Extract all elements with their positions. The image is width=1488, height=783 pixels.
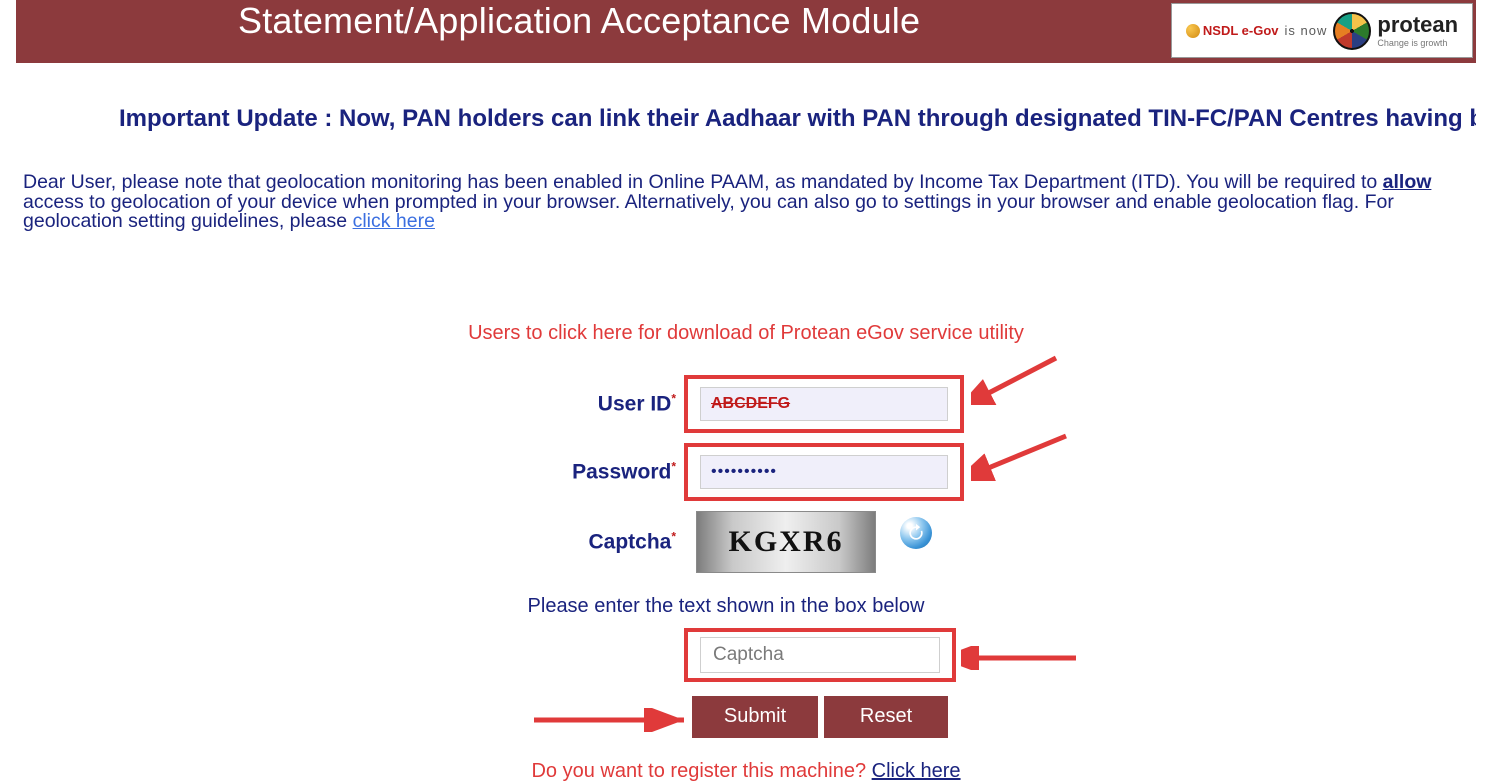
captcha-image-row: Captcha* KGXR6 xyxy=(16,511,1476,573)
refresh-icon xyxy=(906,523,926,543)
password-label: Password* xyxy=(16,459,676,484)
captcha-label-text: Captcha xyxy=(588,530,671,553)
brand-tagline: Change is growth xyxy=(1377,38,1447,48)
geo-note-part2: access to geolocation of your device whe… xyxy=(23,191,1394,233)
brand-new-name: protean xyxy=(1377,14,1458,36)
brand-new-block: protean Change is growth xyxy=(1377,14,1458,48)
annotation-arrow-icon xyxy=(971,431,1071,486)
button-row: Submit Reset xyxy=(16,696,1476,740)
brand-is-now: is now xyxy=(1285,23,1328,38)
captcha-input-highlight: Captcha xyxy=(684,628,956,682)
captcha-input-row: Captcha xyxy=(16,628,1476,682)
captcha-refresh-button[interactable] xyxy=(900,517,932,549)
user-id-label: User ID* xyxy=(16,391,676,416)
login-form: User ID* ABCDEFG Password* •••••••••• xyxy=(16,375,1476,783)
brand-old-logo-icon xyxy=(1186,24,1200,38)
brand-old-name: NSDL e-Gov xyxy=(1186,23,1279,38)
annotation-arrow-icon xyxy=(971,355,1061,410)
brand-box: NSDL e-Gov is now protean Change is grow… xyxy=(1171,3,1473,58)
brand-old-text: NSDL e-Gov xyxy=(1203,23,1279,38)
submit-button[interactable]: Submit xyxy=(692,696,818,738)
user-id-label-text: User ID xyxy=(598,392,672,415)
brand-new-logo-icon xyxy=(1333,12,1371,50)
captcha-input[interactable]: Captcha xyxy=(700,637,940,673)
user-id-field-highlight: ABCDEFG xyxy=(684,375,964,433)
register-question: Do you want to register this machine? xyxy=(531,760,871,782)
user-id-input[interactable]: ABCDEFG xyxy=(700,387,948,421)
register-line: Do you want to register this machine? Cl… xyxy=(16,760,1476,783)
page-body: Important Update : Now, PAN holders can … xyxy=(16,63,1476,783)
geolocation-notice: Dear User, please note that geolocation … xyxy=(16,133,1476,232)
captcha-image: KGXR6 xyxy=(696,511,876,573)
important-update-banner: Important Update : Now, PAN holders can … xyxy=(16,63,1476,133)
password-label-text: Password xyxy=(572,460,671,483)
password-row: Password* •••••••••• xyxy=(16,443,1476,501)
required-star: * xyxy=(671,529,676,543)
app-title: Statement/Application Acceptance Module xyxy=(16,0,920,42)
required-star: * xyxy=(671,391,676,405)
captcha-label: Captcha* xyxy=(16,529,676,554)
reset-button[interactable]: Reset xyxy=(824,696,948,738)
geo-guidelines-link[interactable]: click here xyxy=(353,210,435,232)
page-root: Statement/Application Acceptance Module … xyxy=(0,0,1488,783)
annotation-arrow-icon xyxy=(961,646,1081,675)
annotation-arrow-icon xyxy=(532,708,692,737)
password-field-highlight: •••••••••• xyxy=(684,443,964,501)
password-input[interactable]: •••••••••• xyxy=(700,455,948,489)
download-utility-link[interactable]: Users to click here for download of Prot… xyxy=(16,322,1476,345)
captcha-hint: Please enter the text shown in the box b… xyxy=(0,595,1476,618)
app-header: Statement/Application Acceptance Module … xyxy=(16,0,1476,63)
captcha-placeholder-text: Captcha xyxy=(713,644,784,666)
register-link[interactable]: Click here xyxy=(872,760,961,782)
required-star: * xyxy=(671,459,676,473)
user-id-row: User ID* ABCDEFG xyxy=(16,375,1476,433)
